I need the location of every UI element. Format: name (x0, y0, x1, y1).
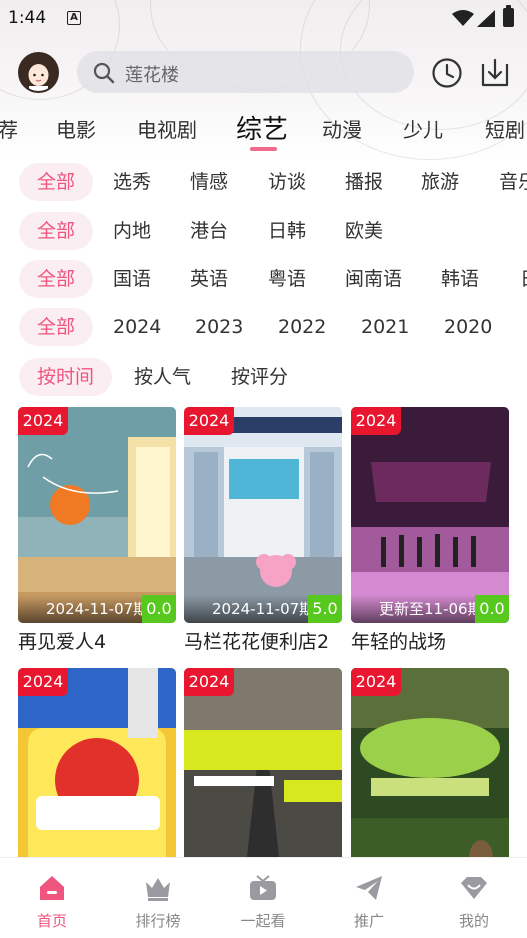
nav-promote[interactable]: 推广 (329, 858, 409, 938)
signal-icon (477, 10, 495, 27)
tab-anime[interactable]: 动漫 (322, 114, 362, 143)
search-icon (93, 62, 115, 84)
tab-kids[interactable]: 少儿 (403, 114, 443, 143)
year-badge: 2024 (184, 407, 234, 435)
sort-by-rating[interactable]: 按评分 (231, 358, 288, 396)
show-poster[interactable]: 2024 (184, 668, 342, 884)
notification-a-icon: A (67, 11, 81, 25)
filter-year-option[interactable]: 2023 (195, 308, 243, 346)
poster-image (18, 668, 176, 884)
avatar-girl-icon (20, 54, 57, 91)
filter-region-option[interactable]: 内地 (113, 212, 151, 250)
show-title[interactable]: 再见爱人4 (18, 627, 106, 654)
search-bar[interactable]: 莲花楼 (77, 51, 414, 93)
show-poster[interactable]: 2024 2024-11-07期 0.0 (18, 407, 176, 623)
nav-promote-label: 推广 (353, 912, 384, 930)
filter-genre-option[interactable]: 播报 (345, 163, 383, 201)
active-tab-indicator (250, 147, 277, 151)
poster-image (18, 407, 176, 623)
year-badge: 2024 (18, 407, 68, 435)
tab-recommend[interactable]: 荐 (0, 114, 18, 143)
filter-language-option[interactable]: 日 (520, 260, 527, 298)
sort-by-popularity[interactable]: 按人气 (134, 358, 191, 396)
download-icon[interactable] (479, 56, 511, 88)
filter-year-option[interactable]: 2024 (113, 308, 161, 346)
poster-image (184, 407, 342, 623)
battery-icon (503, 5, 514, 27)
filter-language-option[interactable]: 韩语 (441, 260, 479, 298)
score-badge: 0.0 (142, 595, 176, 623)
filter-year-option[interactable]: 2022 (278, 308, 326, 346)
app-screen: 1:44 A 莲花楼 荐 电影 电视剧 综艺 动漫 少儿 短剧 全部 选秀 情感… (0, 0, 527, 938)
nav-watch-together-label: 一起看 (240, 912, 286, 930)
status-bar: 1:44 A (0, 0, 527, 36)
nav-home-label: 首页 (36, 912, 67, 930)
year-badge: 2024 (351, 668, 401, 696)
filter-year-option[interactable]: 2021 (361, 308, 409, 346)
filter-genre-option[interactable]: 音乐 (499, 163, 527, 201)
filter-region-option[interactable]: 港台 (190, 212, 228, 250)
tab-movie[interactable]: 电影 (56, 114, 96, 143)
status-time: 1:44 (8, 8, 47, 28)
filter-genre-option[interactable]: 访谈 (268, 163, 306, 201)
category-tabs: 荐 电影 电视剧 综艺 动漫 少儿 短剧 (0, 106, 527, 150)
filter-row-region: 全部 内地 港台 日韩 欧美 (0, 212, 527, 252)
filter-language-all[interactable]: 全部 (19, 260, 94, 298)
tab-short-drama[interactable]: 短剧 (485, 114, 525, 143)
poster-image (184, 668, 342, 884)
filter-region-option[interactable]: 日韩 (268, 212, 306, 250)
filter-language-option[interactable]: 国语 (113, 260, 151, 298)
avatar[interactable] (18, 52, 59, 93)
paper-plane-icon (356, 876, 382, 900)
filter-year-all[interactable]: 全部 (19, 308, 94, 346)
tab-variety[interactable]: 综艺 (236, 109, 288, 146)
filter-genre-option[interactable]: 旅游 (421, 163, 459, 201)
wifi-icon (452, 10, 474, 26)
poster-image (351, 407, 509, 623)
sort-by-time[interactable]: 按时间 (19, 358, 113, 396)
nav-mine-label: 我的 (458, 912, 489, 930)
filter-genre-option[interactable]: 选秀 (113, 163, 151, 201)
history-clock-icon[interactable] (431, 57, 463, 89)
show-poster[interactable]: 2024 (18, 668, 176, 884)
heart-badge-icon (461, 877, 487, 899)
score-badge: 0.0 (475, 595, 509, 623)
nav-watch-together[interactable]: 一起看 (223, 858, 303, 938)
filter-language-option[interactable]: 闽南语 (345, 260, 402, 298)
poster-image (351, 668, 509, 884)
filter-row-genre: 全部 选秀 情感 访谈 播报 旅游 音乐 (0, 163, 527, 203)
filter-row-sort: 按时间 按人气 按评分 (0, 358, 527, 398)
filter-region-option[interactable]: 欧美 (345, 212, 383, 250)
nav-ranking[interactable]: 排行榜 (118, 858, 198, 938)
show-poster[interactable]: 2024 2024-11-07期 5.0 (184, 407, 342, 623)
year-badge: 2024 (18, 668, 68, 696)
filter-region-all[interactable]: 全部 (19, 212, 94, 250)
tv-icon (250, 875, 276, 900)
filter-genre-option[interactable]: 情感 (190, 163, 228, 201)
year-badge: 2024 (351, 407, 401, 435)
show-poster[interactable]: 2024 (351, 668, 509, 884)
nav-mine[interactable]: 我的 (434, 858, 514, 938)
filter-row-year: 全部 2024 2023 2022 2021 2020 (0, 308, 527, 348)
filter-genre-all[interactable]: 全部 (19, 163, 94, 201)
show-title[interactable]: 马栏花花便利店2 (184, 627, 329, 654)
score-badge: 5.0 (308, 595, 342, 623)
year-badge: 2024 (184, 668, 234, 696)
nav-home[interactable]: 首页 (12, 858, 92, 938)
show-poster[interactable]: 2024 更新至11-06期 0.0 (351, 407, 509, 623)
search-input[interactable]: 莲花楼 (125, 61, 179, 87)
tab-tv-series[interactable]: 电视剧 (137, 114, 197, 143)
home-icon (40, 876, 64, 900)
filter-language-option[interactable]: 英语 (190, 260, 228, 298)
filter-year-option[interactable]: 2020 (444, 308, 492, 346)
crown-icon (146, 878, 170, 901)
bottom-navigation: 首页 排行榜 一起看 推广 我的 (0, 857, 527, 938)
filter-language-option[interactable]: 粤语 (268, 260, 306, 298)
show-title[interactable]: 年轻的战场 (351, 627, 446, 654)
filter-row-language: 全部 国语 英语 粤语 闽南语 韩语 日 (0, 260, 527, 300)
nav-ranking-label: 排行榜 (135, 912, 181, 930)
